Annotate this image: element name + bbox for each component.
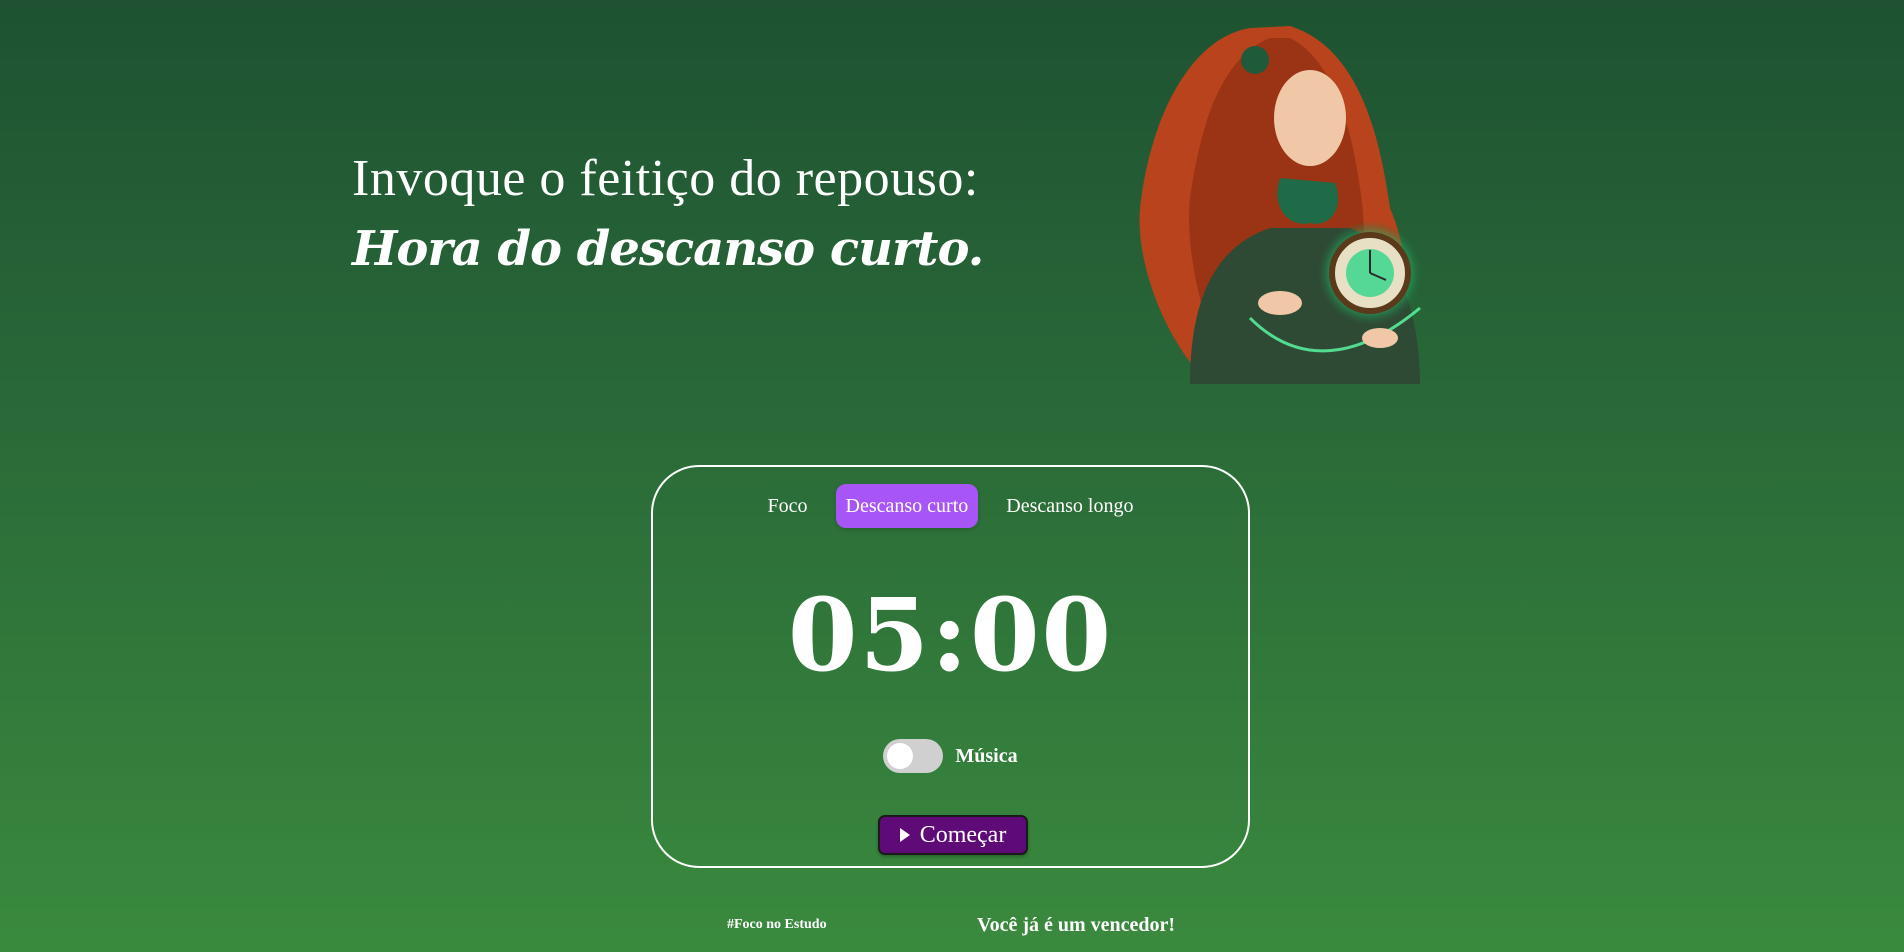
tab-descanso-longo[interactable]: Descanso longo <box>996 484 1143 528</box>
tab-foco[interactable]: Foco <box>758 484 818 528</box>
music-toggle-row: Música <box>653 739 1248 773</box>
timer-card: Foco Descanso curto Descanso longo 05:00… <box>651 465 1250 868</box>
hero-title: Invoque o feitiço do repouso: Hora do de… <box>352 144 1052 284</box>
toggle-knob <box>887 743 914 769</box>
start-button-label: Começar <box>919 821 1007 848</box>
hero-heading-line2: Hora do descanso curto. <box>352 221 984 277</box>
hero-heading-line1: Invoque o feitiço do repouso: <box>352 150 979 207</box>
music-toggle[interactable] <box>883 739 944 773</box>
timer-tabs: Foco Descanso curto Descanso longo <box>653 484 1248 528</box>
hero-illustration <box>1130 18 1460 384</box>
footer-message: Você já é um vencedor! <box>977 914 1176 936</box>
tab-descanso-curto[interactable]: Descanso curto <box>835 484 979 528</box>
music-label: Música <box>955 744 1018 767</box>
play-icon <box>899 828 910 842</box>
footer-tag: #Foco no Estudo <box>727 917 827 932</box>
start-button[interactable]: Começar <box>878 815 1028 855</box>
timer-display: 05:00 <box>787 576 1114 694</box>
